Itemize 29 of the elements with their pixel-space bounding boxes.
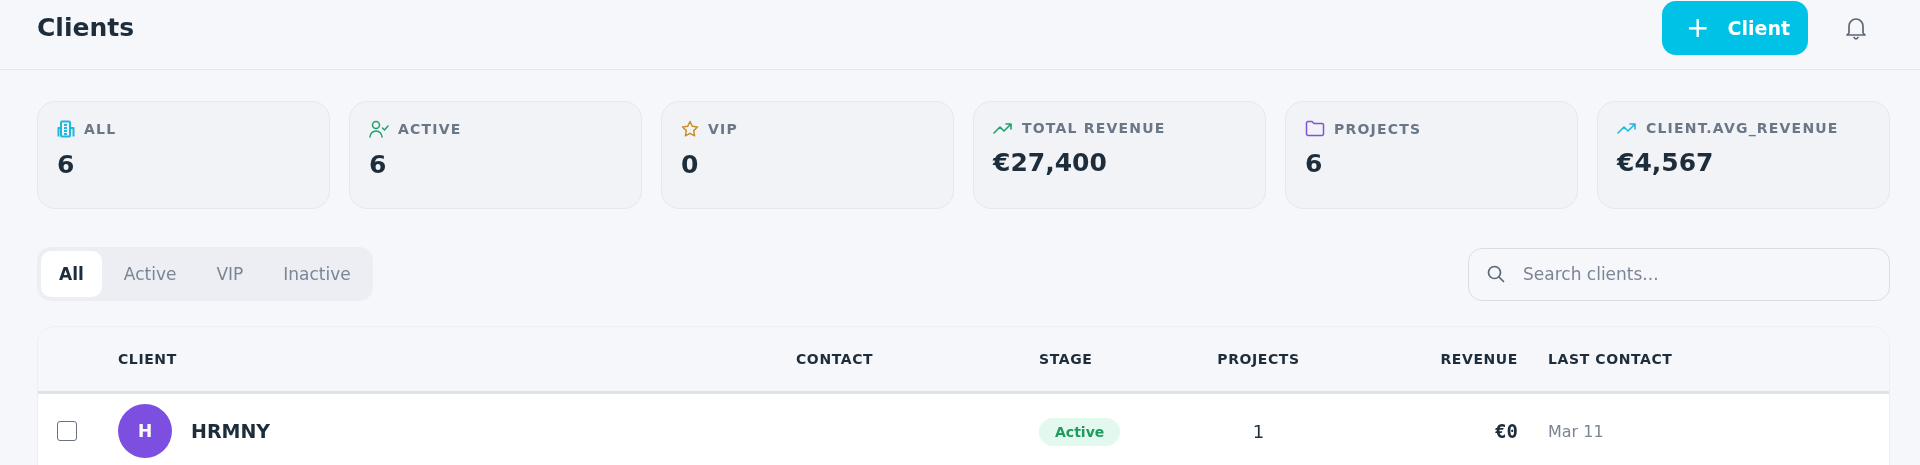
stat-label: VIP <box>708 121 738 137</box>
column-header[interactable]: PROJECTS <box>1217 351 1300 367</box>
stat-value: 6 <box>1305 149 1324 178</box>
column-header[interactable]: STAGE <box>1039 351 1093 367</box>
projects-cell: 1 <box>1252 420 1265 442</box>
revenue-cell: €0 <box>1495 420 1518 442</box>
bell-icon[interactable] <box>1845 15 1867 40</box>
stat-label: ACTIVE <box>398 121 462 137</box>
page-title: Clients <box>37 13 135 42</box>
stat-value: 6 <box>369 150 388 179</box>
row-checkbox[interactable] <box>57 421 77 441</box>
stat-value: 0 <box>681 150 700 179</box>
column-header[interactable]: REVENUE <box>1440 351 1518 367</box>
stat-label: CLIENT.AVG_REVENUE <box>1646 120 1839 136</box>
stat-label: PROJECTS <box>1334 120 1422 137</box>
stat-value: €4,567 <box>1617 148 1715 177</box>
client-name[interactable]: HRMNY <box>191 420 271 442</box>
column-header[interactable]: CLIENT <box>118 351 177 367</box>
stat-value: €27,400 <box>993 148 1108 177</box>
stat-value: 6 <box>57 150 76 179</box>
stage-badge: Active <box>1039 417 1121 446</box>
client-avatar: H <box>118 404 172 458</box>
filter-tab[interactable]: All <box>41 251 102 297</box>
last-contact-cell-text: Mar 11 <box>1547 421 1605 441</box>
column-header[interactable]: CONTACT <box>796 351 874 367</box>
column-header[interactable]: LAST CONTACT <box>1518 351 1673 367</box>
search-field[interactable]: Search clients... <box>1468 247 1890 301</box>
stat-label: ALL <box>84 121 117 137</box>
stat-label: TOTAL REVENUE <box>1022 120 1166 136</box>
